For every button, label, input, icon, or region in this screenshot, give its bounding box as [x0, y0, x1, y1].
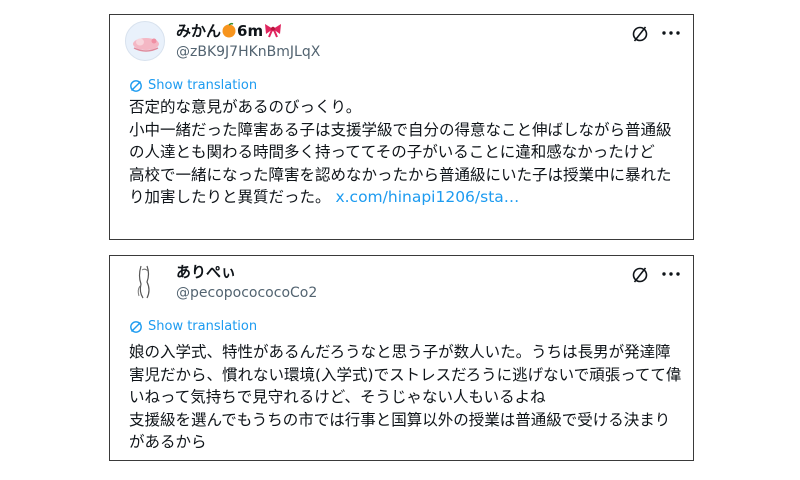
tweet-line: 支援級を選んでもうちの市では行事と国算以外の授業は普通級で受ける決まりがあるから [129, 410, 671, 452]
tweet-line: 小中一緒だった障害ある子は支援学級で自分の得意なこと伸ばしながら普通級の人達とも… [129, 120, 672, 162]
more-icon[interactable] [659, 264, 683, 284]
more-icon[interactable] [659, 23, 683, 43]
tweet-link[interactable]: x.com/hinapi1206/sta… [335, 188, 519, 206]
user-handle[interactable]: @zBK9J7HKnBmJLqX [176, 43, 320, 61]
user-handle[interactable]: @pecopocococoCo2 [176, 284, 317, 302]
avatar[interactable] [125, 21, 165, 61]
display-name[interactable]: みかん 6m [176, 21, 283, 41]
tweet-text: 否定的な意見があるのびっくり。 小中一緒だった障害ある子は支援学級で自分の得意な… [129, 96, 684, 209]
orange-emoji-icon [221, 22, 237, 40]
tweet-card[interactable]: みかん 6m @zBK9J7HKnBmJLqX Show translation … [109, 14, 694, 240]
mute-icon[interactable] [630, 265, 650, 285]
display-name-text: みかん [176, 22, 222, 40]
translate-icon [130, 80, 142, 92]
translate-icon [130, 321, 142, 333]
mute-icon[interactable] [630, 24, 650, 44]
show-translation-label: Show translation [148, 78, 258, 93]
tweet-line: 娘の入学式、特性があるんだろうなと思う子が数人いた。うちは長男が発達障害児だから… [129, 343, 682, 406]
show-translation-link[interactable]: Show translation [129, 78, 257, 94]
tweet-line: 高校で一緒になった障害を認めなかったから普通級にいた子は授業中に暴れたり加害した… [129, 164, 684, 209]
show-translation-label: Show translation [148, 319, 258, 334]
avatar[interactable] [125, 262, 165, 302]
show-translation-link[interactable]: Show translation [129, 319, 257, 335]
tweet-text: 娘の入学式、特性があるんだろうなと思う子が数人いた。うちは長男が発達障害児だから… [129, 341, 684, 454]
tweet-card[interactable]: ありぺぃ @pecopocococoCo2 Show translation 娘… [109, 255, 694, 461]
ribbon-emoji-icon [263, 22, 283, 40]
tweet-line: 否定的な意見があるのびっくり。 [129, 98, 362, 116]
display-name-suffix: 6m [237, 22, 264, 40]
display-name[interactable]: ありぺぃ [176, 262, 236, 282]
